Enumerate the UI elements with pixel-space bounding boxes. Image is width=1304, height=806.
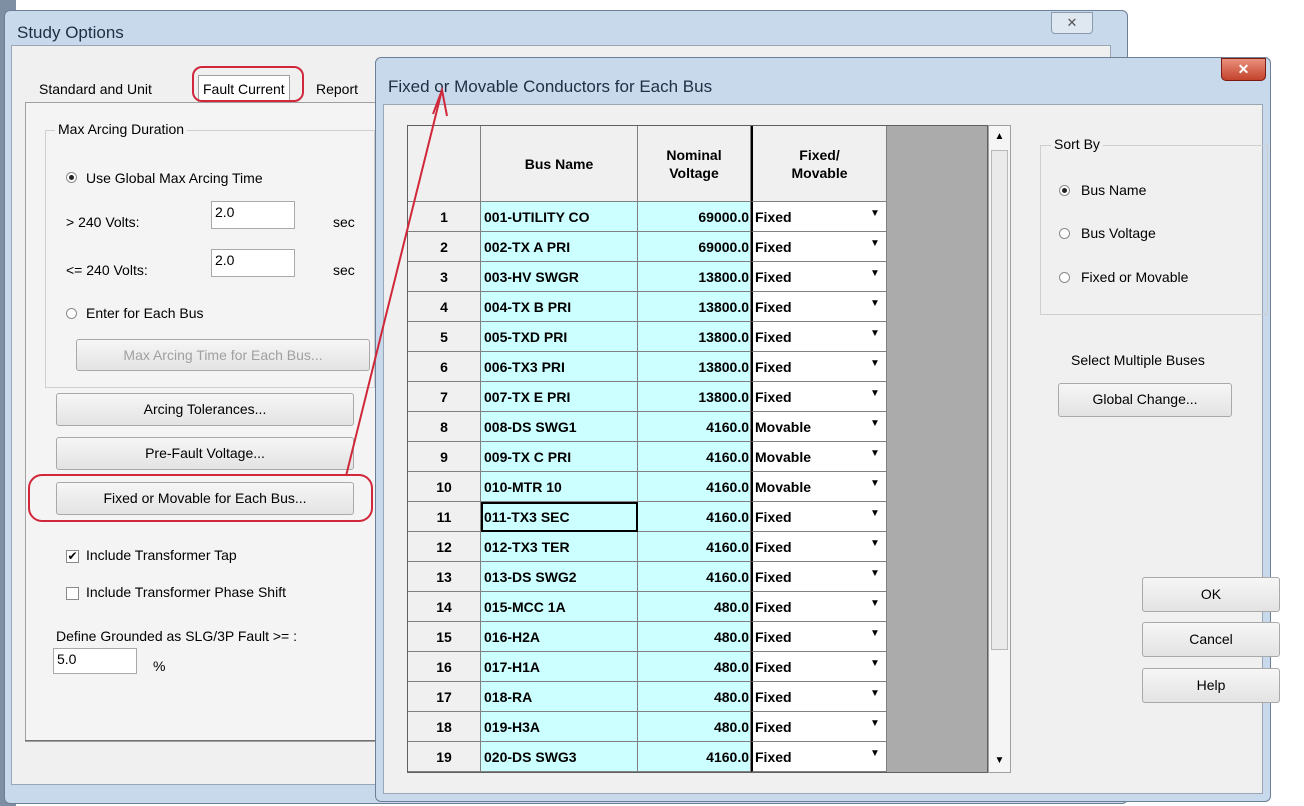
annotation-arrow [345,86,448,477]
